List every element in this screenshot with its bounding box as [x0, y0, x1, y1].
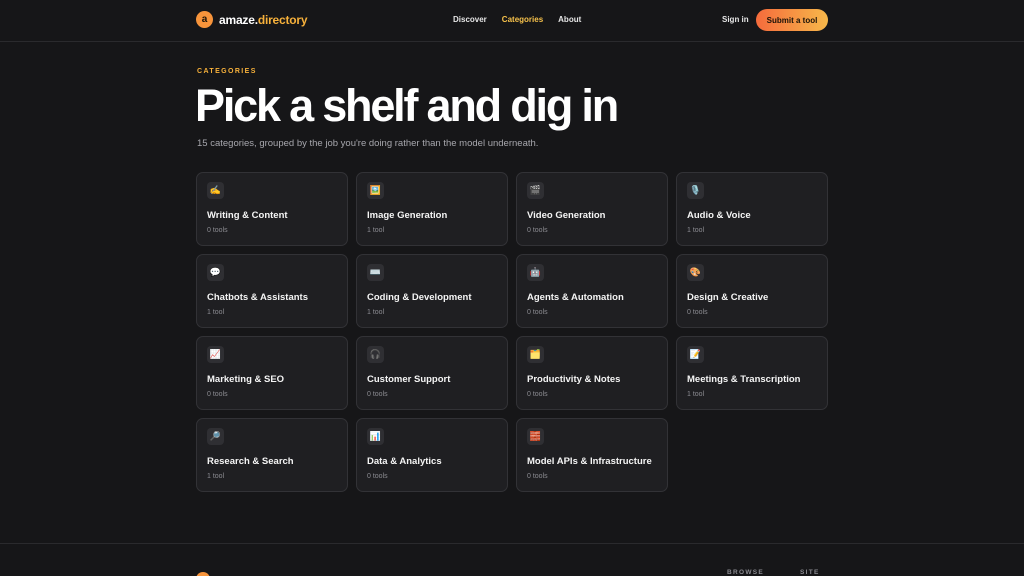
clapper-board-icon: 🎬	[527, 182, 544, 199]
category-name: Coding & Development	[367, 292, 472, 303]
category-tool-count: 1 tool	[687, 227, 705, 234]
category-card[interactable]: 💬 Chatbots & Assistants 1 tool	[196, 254, 348, 328]
category-tool-count: 1 tool	[687, 391, 705, 398]
category-tool-count: 0 tools	[527, 473, 548, 480]
category-name: Agents & Automation	[527, 292, 624, 303]
footer-divider	[0, 543, 1024, 544]
robot-icon: 🤖	[527, 264, 544, 281]
category-tool-count: 0 tools	[527, 309, 548, 316]
page-eyebrow: CATEGORIES	[197, 68, 257, 75]
brand-wordmark: amaze.directory	[219, 12, 308, 27]
footer-column-browse-heading: BROWSE	[727, 569, 765, 576]
writing-hand-icon: ✍️	[207, 182, 224, 199]
keyboard-icon: ⌨️	[367, 264, 384, 281]
category-tool-count: 0 tools	[207, 227, 228, 234]
bar-chart-icon: 📊	[367, 428, 384, 445]
category-tool-count: 1 tool	[207, 473, 225, 480]
category-tool-count: 0 tools	[207, 391, 228, 398]
category-grid: ✍️ Writing & Content 0 tools 🖼️ Image Genera…	[196, 172, 828, 492]
nav-discover[interactable]: Discover	[453, 15, 487, 24]
brand-tld: directory	[257, 12, 308, 27]
brand-name: amaze.	[219, 12, 258, 27]
magnifying-glass-icon: 🔎	[207, 428, 224, 445]
memo-icon: 📝	[687, 346, 704, 363]
headphone-icon: 🎧	[367, 346, 384, 363]
footer-column-site-heading: SITE	[800, 569, 820, 576]
category-card[interactable]: ⌨️ Coding & Development 1 tool	[356, 254, 508, 328]
framed-picture-icon: 🖼️	[367, 182, 384, 199]
category-name: Meetings & Transcription	[687, 374, 801, 385]
main-nav: Discover Categories About	[453, 15, 581, 24]
nav-categories[interactable]: Categories	[502, 15, 543, 24]
category-tool-count: 0 tools	[367, 391, 388, 398]
category-name: Chatbots & Assistants	[207, 292, 308, 303]
category-name: Model APIs & Infrastructure	[527, 456, 652, 467]
brick-icon: 🧱	[527, 428, 544, 445]
category-card[interactable]: 🖼️ Image Generation 1 tool	[356, 172, 508, 246]
category-name: Design & Creative	[687, 292, 769, 303]
category-card[interactable]: 📊 Data & Analytics 0 tools	[356, 418, 508, 492]
category-card[interactable]: 🗂️ Productivity & Notes 0 tools	[516, 336, 668, 410]
category-card[interactable]: 🎧 Customer Support 0 tools	[356, 336, 508, 410]
card-index-dividers-icon: 🗂️	[527, 346, 544, 363]
nav-about[interactable]: About	[558, 15, 581, 24]
category-name: Audio & Voice	[687, 210, 751, 221]
category-name: Data & Analytics	[367, 456, 442, 467]
sign-in-link[interactable]: Sign in	[722, 15, 749, 24]
submit-tool-button[interactable]: Submit a tool	[756, 9, 828, 31]
category-name: Productivity & Notes	[527, 374, 621, 385]
palette-icon: 🎨	[687, 264, 704, 281]
category-card[interactable]: 🎨 Design & Creative 0 tools	[676, 254, 828, 328]
page-title: Pick a shelf and dig in	[195, 80, 619, 131]
category-card[interactable]: ✍️ Writing & Content 0 tools	[196, 172, 348, 246]
category-name: Research & Search	[207, 456, 294, 467]
category-card[interactable]: 🎬 Video Generation 0 tools	[516, 172, 668, 246]
footer-brand-mark-icon	[196, 572, 210, 576]
speech-bubble-icon: 💬	[207, 264, 224, 281]
site-header: a amaze.directory Discover Categories Ab…	[0, 0, 1024, 42]
category-tool-count: 0 tools	[527, 227, 548, 234]
brand-logo-link[interactable]: a amaze.directory	[196, 11, 308, 28]
page-subtitle: 15 categories, grouped by the job you're…	[197, 138, 539, 149]
microphone-icon: 🎙️	[687, 182, 704, 199]
category-card[interactable]: 🎙️ Audio & Voice 1 tool	[676, 172, 828, 246]
chart-increasing-icon: 📈	[207, 346, 224, 363]
category-tool-count: 0 tools	[687, 309, 708, 316]
category-card[interactable]: 🔎 Research & Search 1 tool	[196, 418, 348, 492]
category-name: Video Generation	[527, 210, 606, 221]
category-name: Customer Support	[367, 374, 451, 385]
category-card[interactable]: 🧱 Model APIs & Infrastructure 0 tools	[516, 418, 668, 492]
category-tool-count: 1 tool	[207, 309, 225, 316]
category-card[interactable]: 🤖 Agents & Automation 0 tools	[516, 254, 668, 328]
category-tool-count: 1 tool	[367, 227, 385, 234]
category-tool-count: 0 tools	[527, 391, 548, 398]
category-tool-count: 1 tool	[367, 309, 385, 316]
category-name: Writing & Content	[207, 210, 288, 221]
brand-mark-icon: a	[196, 11, 213, 28]
category-name: Image Generation	[367, 210, 448, 221]
category-name: Marketing & SEO	[207, 374, 285, 385]
category-tool-count: 0 tools	[367, 473, 388, 480]
category-card[interactable]: 📈 Marketing & SEO 0 tools	[196, 336, 348, 410]
category-card[interactable]: 📝 Meetings & Transcription 1 tool	[676, 336, 828, 410]
